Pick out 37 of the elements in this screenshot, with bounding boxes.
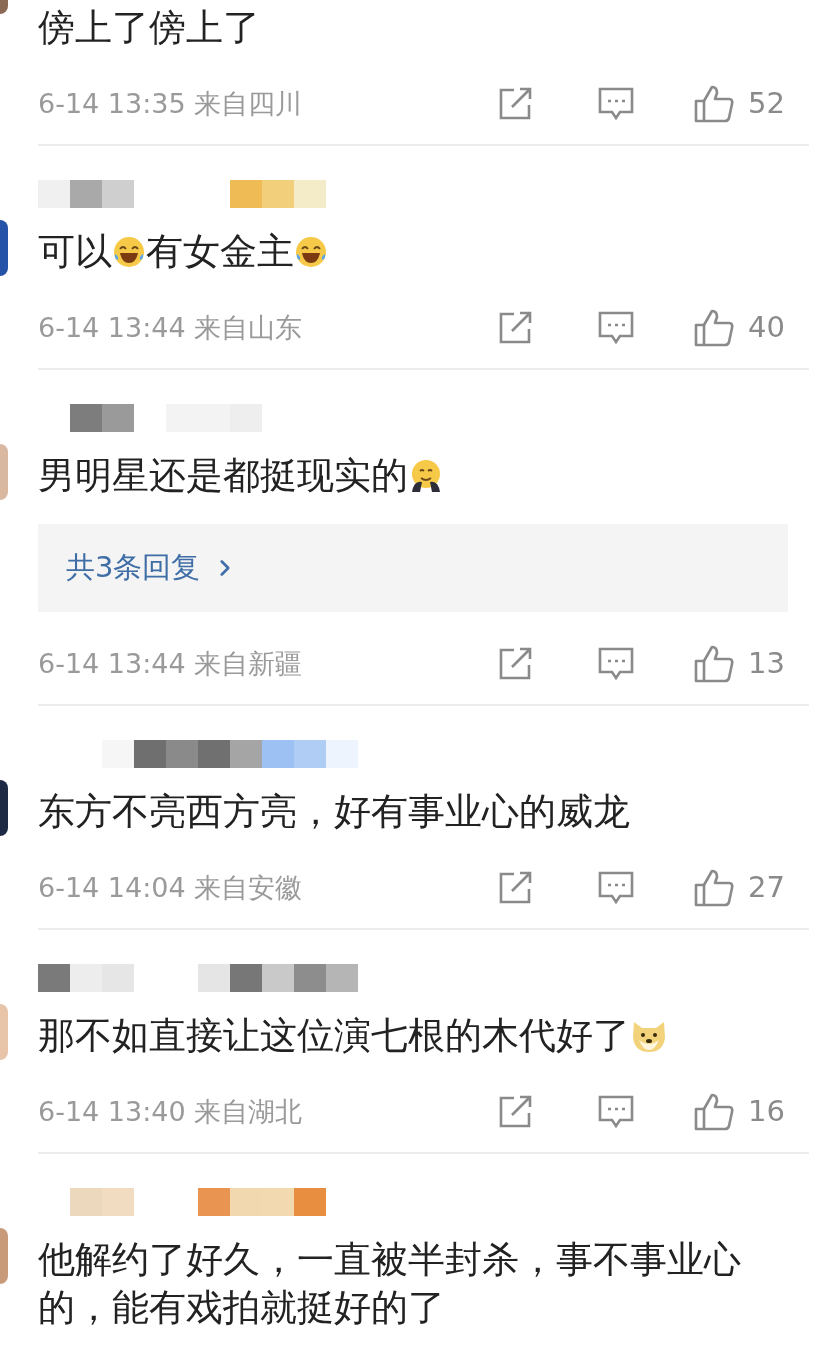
laughing-emoji-icon (295, 236, 327, 268)
laughing-emoji-icon (113, 236, 145, 268)
comment-time: 6-14 14:04 来自安徽 (38, 870, 304, 905)
comment-text: 那不如直接让这位演七根的木代好了 (38, 1014, 630, 1057)
share-icon[interactable] (498, 871, 534, 905)
like-count: 27 (748, 869, 786, 907)
thumbs-up-icon[interactable] (694, 309, 734, 347)
avatar[interactable] (0, 220, 8, 276)
thumbs-up-icon[interactable] (694, 1093, 734, 1131)
share-icon[interactable] (498, 87, 534, 121)
avatar[interactable] (0, 780, 8, 836)
share-icon[interactable] (498, 311, 534, 345)
comment-text: 可以 (38, 230, 112, 273)
comment-time: 6-14 13:44 来自新疆 (38, 646, 304, 681)
comment-icon[interactable] (598, 870, 634, 906)
thumbs-up-icon[interactable] (694, 645, 734, 683)
comment-time: 6-14 13:40 来自湖北 (38, 1094, 304, 1129)
thumbs-up-icon[interactable] (694, 85, 734, 123)
like-count: 13 (748, 645, 786, 683)
comment-text: 傍上了傍上了 (38, 6, 260, 49)
share-icon[interactable] (498, 647, 534, 681)
comment-text: 他解约了好久，一直被半封杀，事不事业心的，能有戏拍就挺好的了 (38, 1238, 741, 1329)
replies-link[interactable]: 共3条回复 (38, 524, 788, 612)
thumbs-up-icon[interactable] (694, 869, 734, 907)
comment-text: 男明星还是都挺现实的 (38, 454, 408, 497)
comment-time: 6-14 13:35 来自四川 (38, 86, 304, 121)
comment-time: 6-14 13:44 来自山东 (38, 310, 304, 345)
like-count: 16 (748, 1093, 786, 1131)
comment-text: 有女金主 (146, 230, 294, 273)
comment-icon[interactable] (598, 646, 634, 682)
comment-icon[interactable] (598, 86, 634, 122)
comment-icon[interactable] (598, 1094, 634, 1130)
share-icon[interactable] (498, 1095, 534, 1129)
like-count: 52 (748, 85, 786, 123)
comment-text: 东方不亮西方亮，好有事业心的威龙 (38, 790, 630, 833)
comment-icon[interactable] (598, 310, 634, 346)
like-count: 40 (748, 309, 786, 347)
